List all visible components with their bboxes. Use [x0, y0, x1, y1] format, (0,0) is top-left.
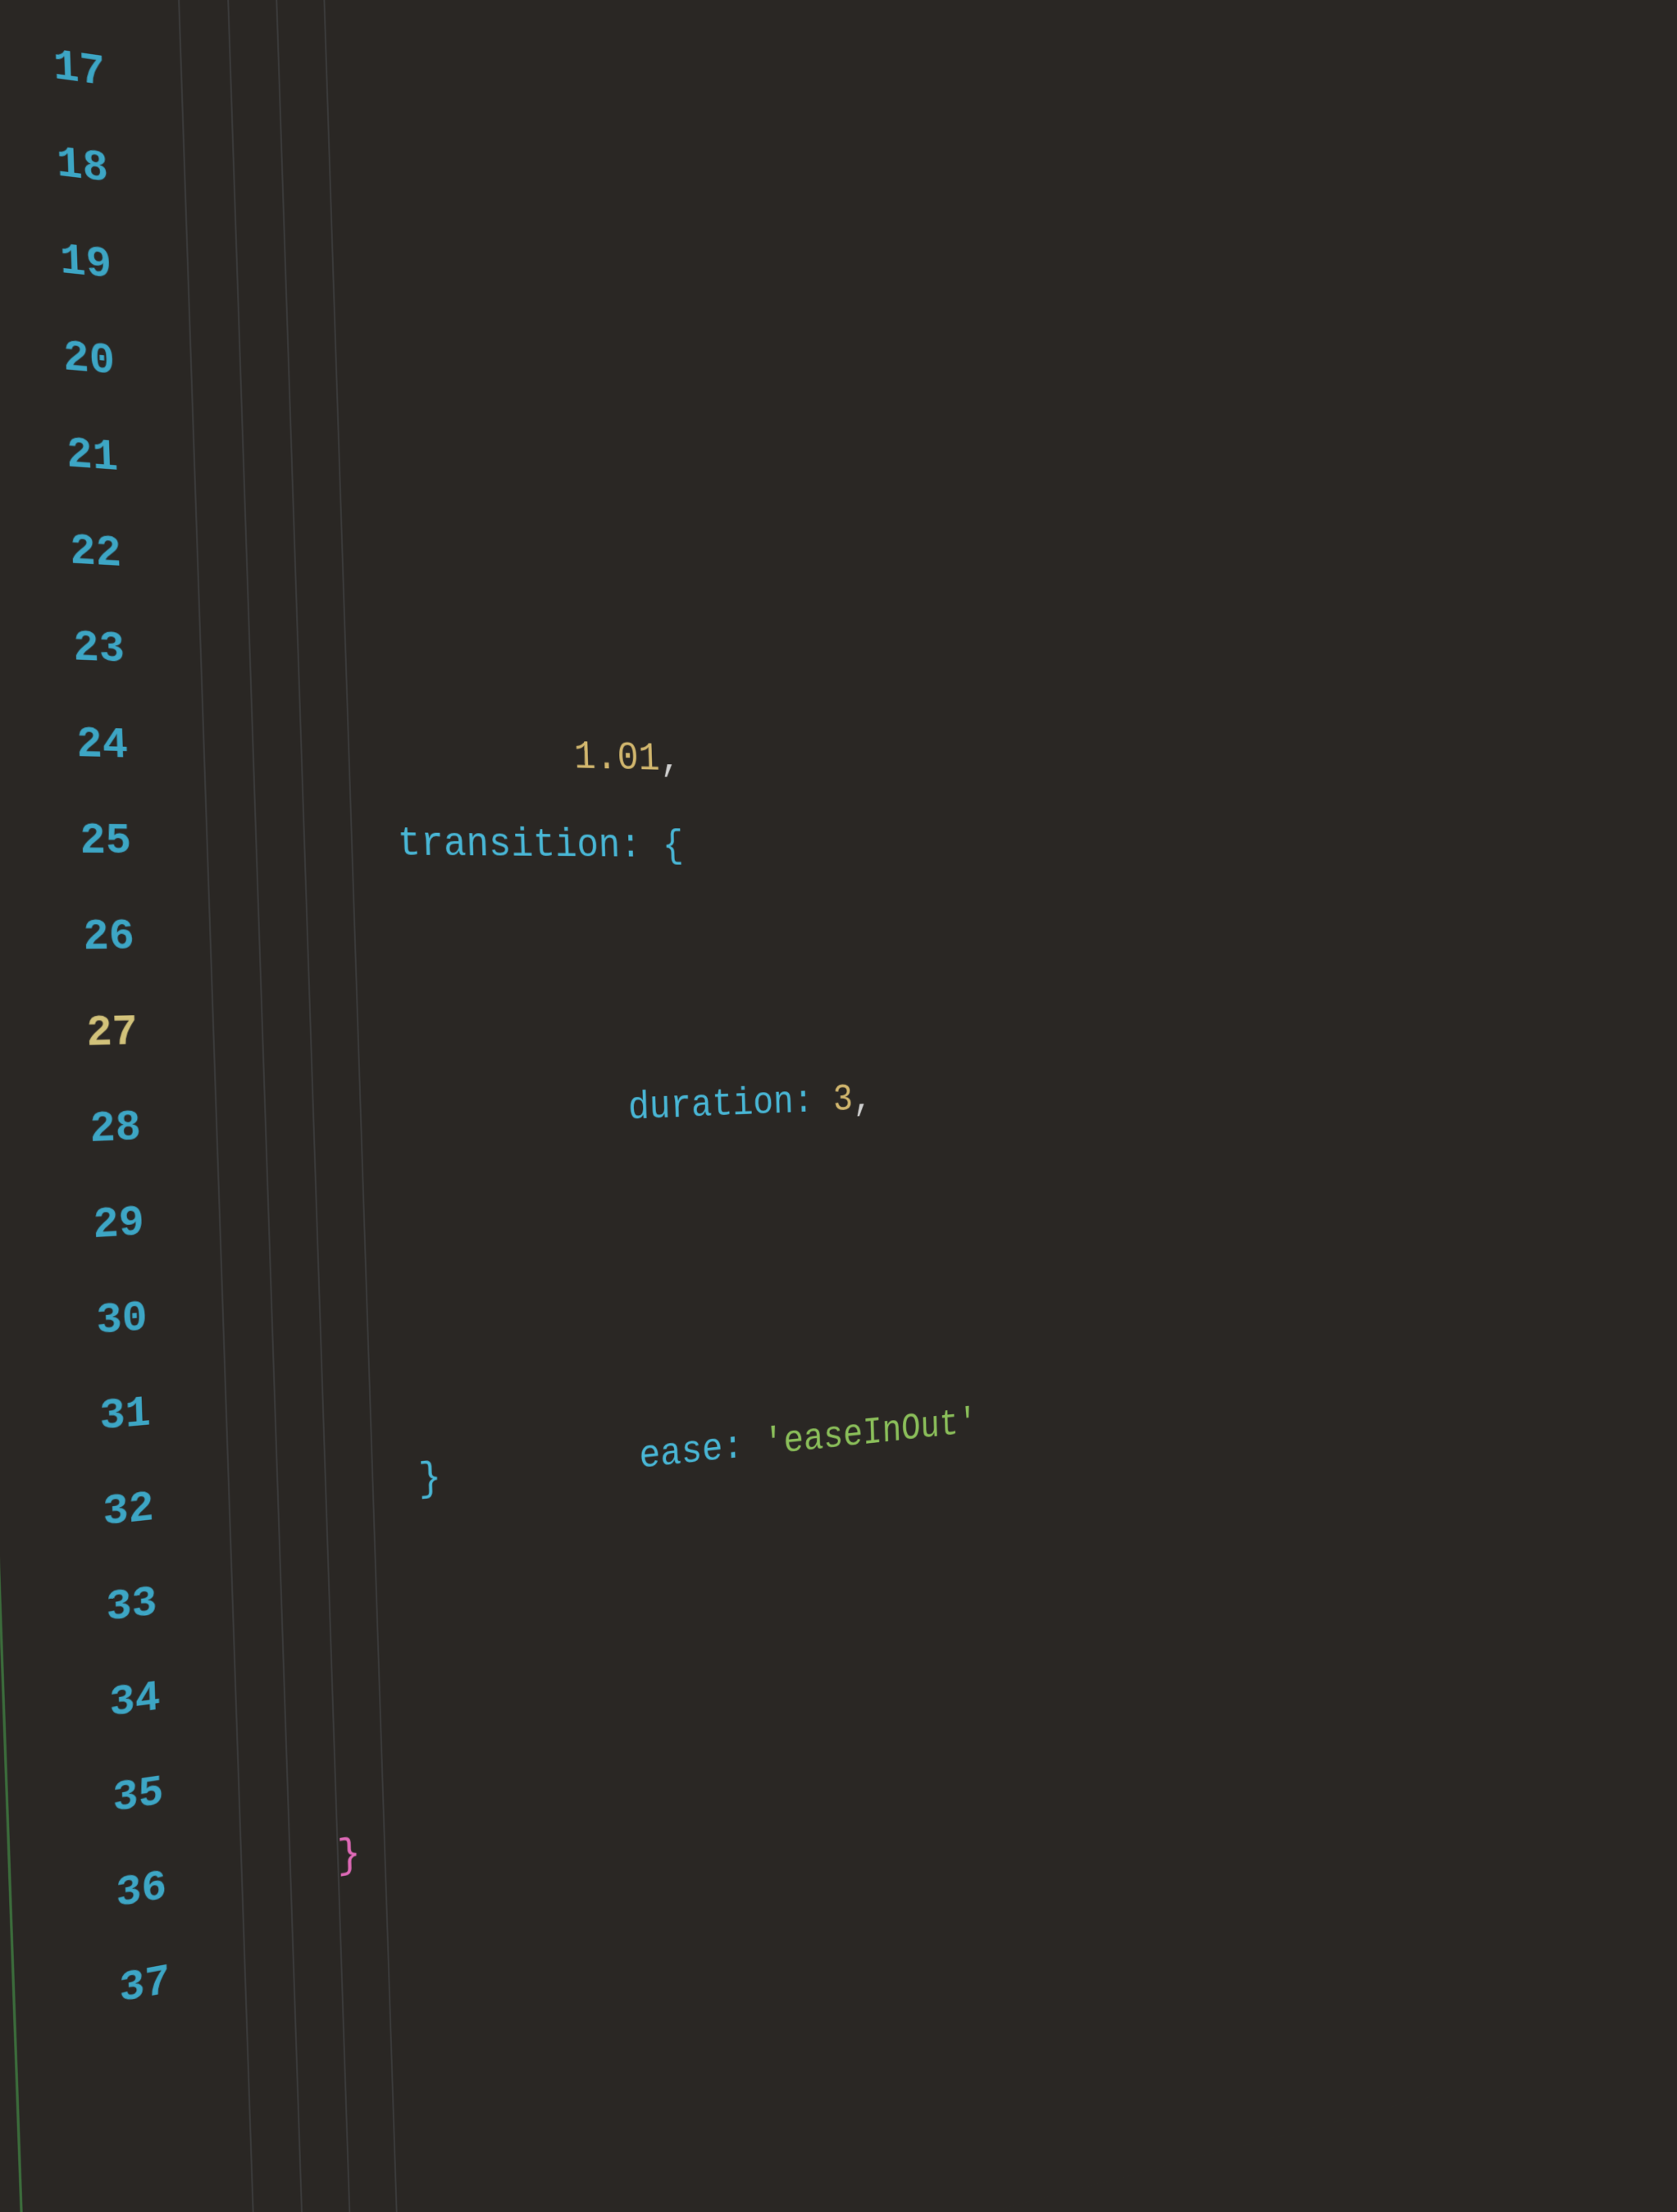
line-number: 28 [0, 1081, 143, 1184]
code-line: duration: 3, [165, 1040, 1437, 1176]
line-number: 20 [0, 300, 116, 412]
code-line: 1.01, transition: { [152, 700, 1429, 817]
line-number: 24 [0, 694, 130, 794]
code-editor[interactable]: 15 16 17 18 19 20 21 22 23 24 25 26 27 2… [0, 0, 1462, 2212]
line-number: 22 [0, 497, 123, 603]
line-number-current: 27 [0, 985, 139, 1086]
line-number: 25 [0, 792, 133, 890]
code-line: } ease: 'easeInOut' [177, 1337, 1444, 1554]
line-number: 30 [0, 1272, 149, 1379]
code-body[interactable]: 1.01, transition: { duration: 3, } ease:… [122, 0, 1462, 2212]
line-number: 23 [0, 595, 126, 699]
line-number: 31 [0, 1367, 153, 1477]
line-number: 29 [0, 1177, 146, 1281]
editor-window: aL… U U c… U sx U U U x U [0, 0, 1462, 2212]
line-number: 32 [0, 1462, 156, 1574]
line-number: 19 [0, 201, 113, 315]
line-number: 21 [0, 398, 120, 507]
line-number: 26 [0, 890, 136, 989]
viewport: aL… U U c… U sx U U U x U [0, 0, 1677, 2212]
